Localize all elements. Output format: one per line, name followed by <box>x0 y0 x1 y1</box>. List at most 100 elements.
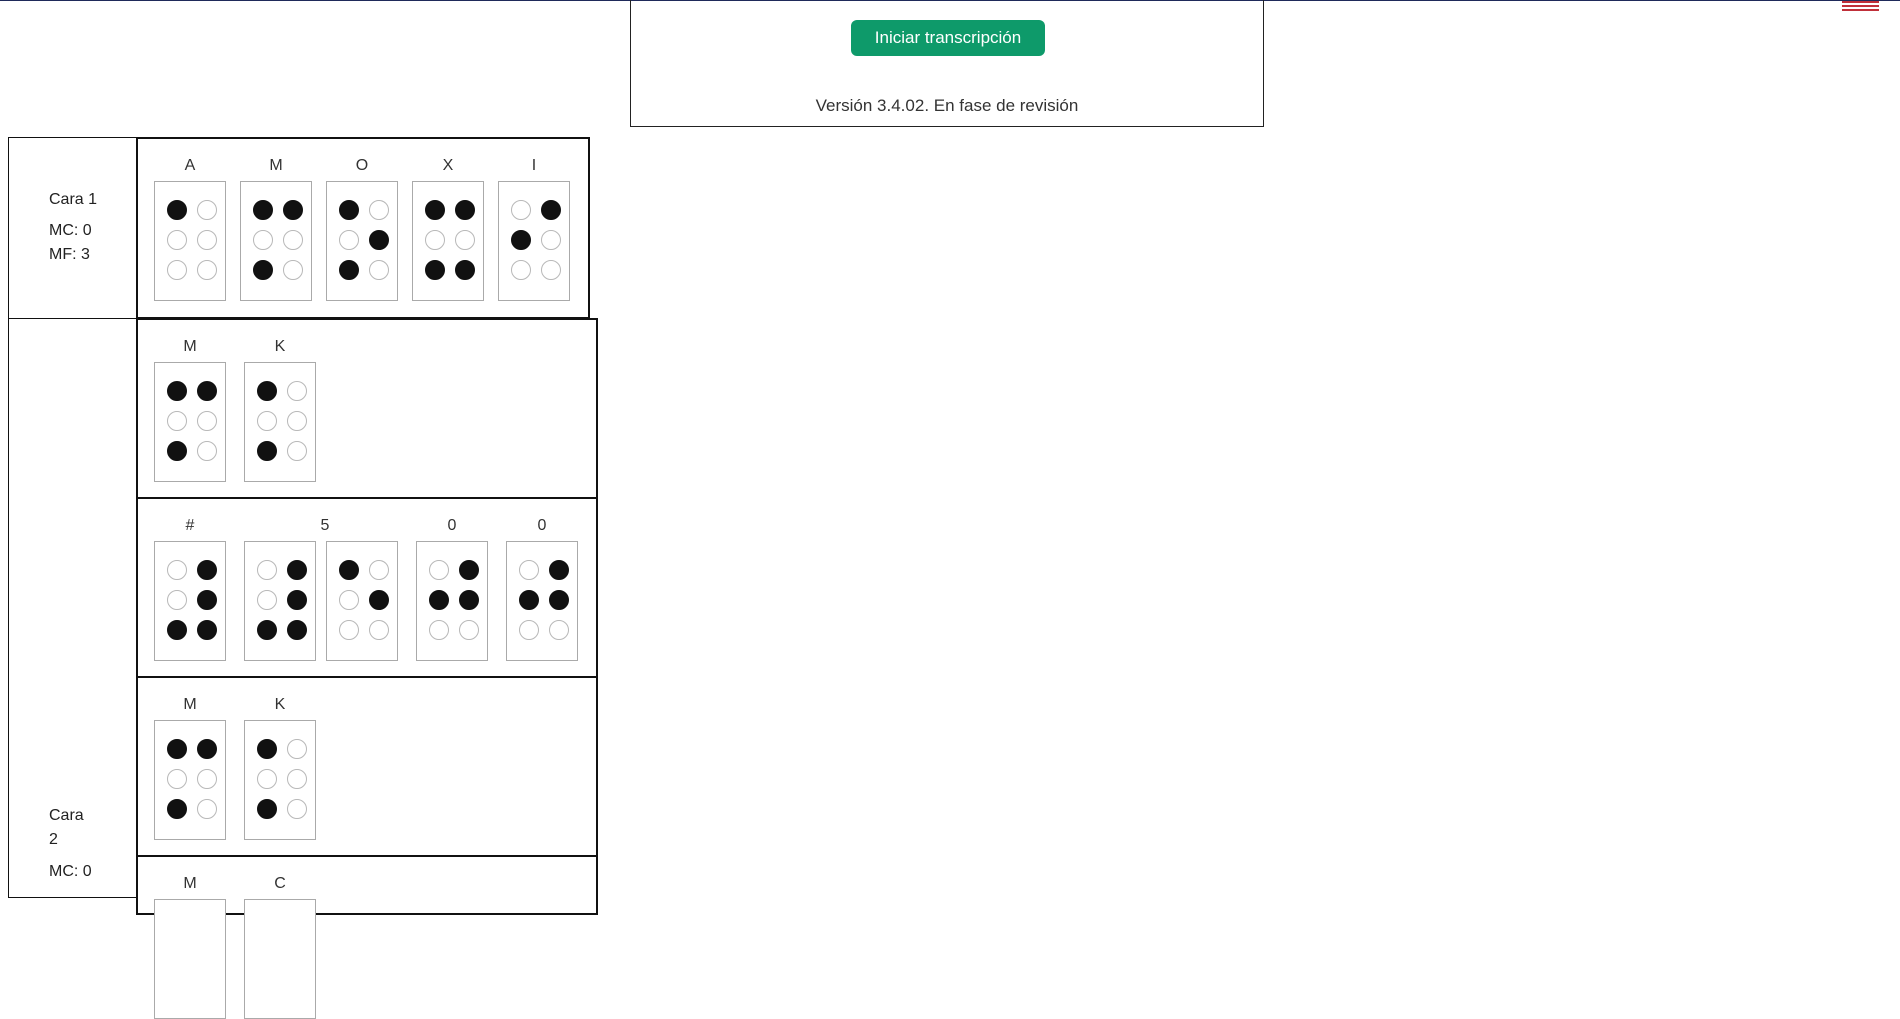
braille-dot-box <box>154 541 226 661</box>
flat-dot[interactable] <box>287 381 307 401</box>
raised-dot[interactable] <box>253 200 273 220</box>
braille-dot-box <box>154 899 226 1019</box>
raised-dot[interactable] <box>283 200 303 220</box>
braille-dot-box <box>244 899 316 1019</box>
flat-dot[interactable] <box>287 769 307 789</box>
raised-dot[interactable] <box>197 590 217 610</box>
raised-dot[interactable] <box>339 200 359 220</box>
flat-dot[interactable] <box>197 230 217 250</box>
raised-dot[interactable] <box>459 560 479 580</box>
braille-cell-letter: I <box>531 157 537 174</box>
raised-dot[interactable] <box>459 590 479 610</box>
raised-dot[interactable] <box>519 590 539 610</box>
raised-dot[interactable] <box>167 381 187 401</box>
braille-cell-letter: K <box>274 696 286 713</box>
raised-dot[interactable] <box>197 381 217 401</box>
raised-dot[interactable] <box>257 799 277 819</box>
flat-dot[interactable] <box>541 230 561 250</box>
raised-dot[interactable] <box>287 620 307 640</box>
flat-dot[interactable] <box>197 260 217 280</box>
raised-dot[interactable] <box>257 620 277 640</box>
braille-cell-letter: A <box>184 157 196 174</box>
raised-dot[interactable] <box>287 560 307 580</box>
raised-dot[interactable] <box>425 200 445 220</box>
flat-dot[interactable] <box>197 799 217 819</box>
flat-dot[interactable] <box>167 590 187 610</box>
flat-dot[interactable] <box>257 411 277 431</box>
braille-dot-box <box>326 541 398 661</box>
flat-dot[interactable] <box>519 560 539 580</box>
raised-dot[interactable] <box>339 260 359 280</box>
flat-dot[interactable] <box>287 739 307 759</box>
flat-dot[interactable] <box>167 230 187 250</box>
raised-dot[interactable] <box>257 739 277 759</box>
flat-dot[interactable] <box>339 230 359 250</box>
raised-dot[interactable] <box>339 560 359 580</box>
raised-dot[interactable] <box>197 739 217 759</box>
flat-dot[interactable] <box>283 230 303 250</box>
flat-dot[interactable] <box>511 260 531 280</box>
braille-dot-box <box>326 181 398 301</box>
flat-dot[interactable] <box>339 590 359 610</box>
flat-dot[interactable] <box>429 620 449 640</box>
raised-dot[interactable] <box>197 560 217 580</box>
flat-dot[interactable] <box>369 260 389 280</box>
flat-dot[interactable] <box>429 560 449 580</box>
raised-dot[interactable] <box>197 620 217 640</box>
raised-dot[interactable] <box>425 260 445 280</box>
raised-dot[interactable] <box>287 590 307 610</box>
braille-dot-box <box>506 541 578 661</box>
face-title-number: 2 <box>49 831 58 848</box>
raised-dot[interactable] <box>455 200 475 220</box>
raised-dot[interactable] <box>253 260 273 280</box>
flat-dot[interactable] <box>257 560 277 580</box>
flat-dot[interactable] <box>197 441 217 461</box>
face-mc-count: MC: 0 <box>49 863 92 880</box>
flat-dot[interactable] <box>519 620 539 640</box>
raised-dot[interactable] <box>257 441 277 461</box>
face-mf-count: MF: 3 <box>49 246 90 263</box>
flat-dot[interactable] <box>455 230 475 250</box>
flat-dot[interactable] <box>253 230 273 250</box>
raised-dot[interactable] <box>167 200 187 220</box>
start-transcription-button[interactable]: Iniciar transcripción <box>851 20 1045 56</box>
flat-dot[interactable] <box>197 411 217 431</box>
flat-dot[interactable] <box>167 260 187 280</box>
raised-dot[interactable] <box>455 260 475 280</box>
flat-dot[interactable] <box>167 560 187 580</box>
flat-dot[interactable] <box>369 620 389 640</box>
braille-dot-box <box>412 181 484 301</box>
flat-dot[interactable] <box>257 769 277 789</box>
flat-dot[interactable] <box>369 560 389 580</box>
flat-dot[interactable] <box>511 200 531 220</box>
raised-dot[interactable] <box>369 230 389 250</box>
flat-dot[interactable] <box>197 769 217 789</box>
flat-dot[interactable] <box>459 620 479 640</box>
flat-dot[interactable] <box>425 230 445 250</box>
flat-dot[interactable] <box>287 411 307 431</box>
flat-dot[interactable] <box>287 799 307 819</box>
raised-dot[interactable] <box>167 620 187 640</box>
raised-dot[interactable] <box>167 739 187 759</box>
flat-dot[interactable] <box>167 411 187 431</box>
flat-dot[interactable] <box>283 260 303 280</box>
raised-dot[interactable] <box>369 590 389 610</box>
flat-dot[interactable] <box>167 769 187 789</box>
flat-dot[interactable] <box>287 441 307 461</box>
flat-dot[interactable] <box>257 590 277 610</box>
flat-dot[interactable] <box>339 620 359 640</box>
braille-dot-box <box>154 362 226 482</box>
raised-dot[interactable] <box>541 200 561 220</box>
flat-dot[interactable] <box>197 200 217 220</box>
raised-dot[interactable] <box>429 590 449 610</box>
raised-dot[interactable] <box>167 441 187 461</box>
flat-dot[interactable] <box>549 620 569 640</box>
raised-dot[interactable] <box>549 560 569 580</box>
flag-icon[interactable] <box>1842 1 1879 13</box>
flat-dot[interactable] <box>369 200 389 220</box>
raised-dot[interactable] <box>549 590 569 610</box>
raised-dot[interactable] <box>257 381 277 401</box>
raised-dot[interactable] <box>167 799 187 819</box>
flat-dot[interactable] <box>541 260 561 280</box>
raised-dot[interactable] <box>511 230 531 250</box>
